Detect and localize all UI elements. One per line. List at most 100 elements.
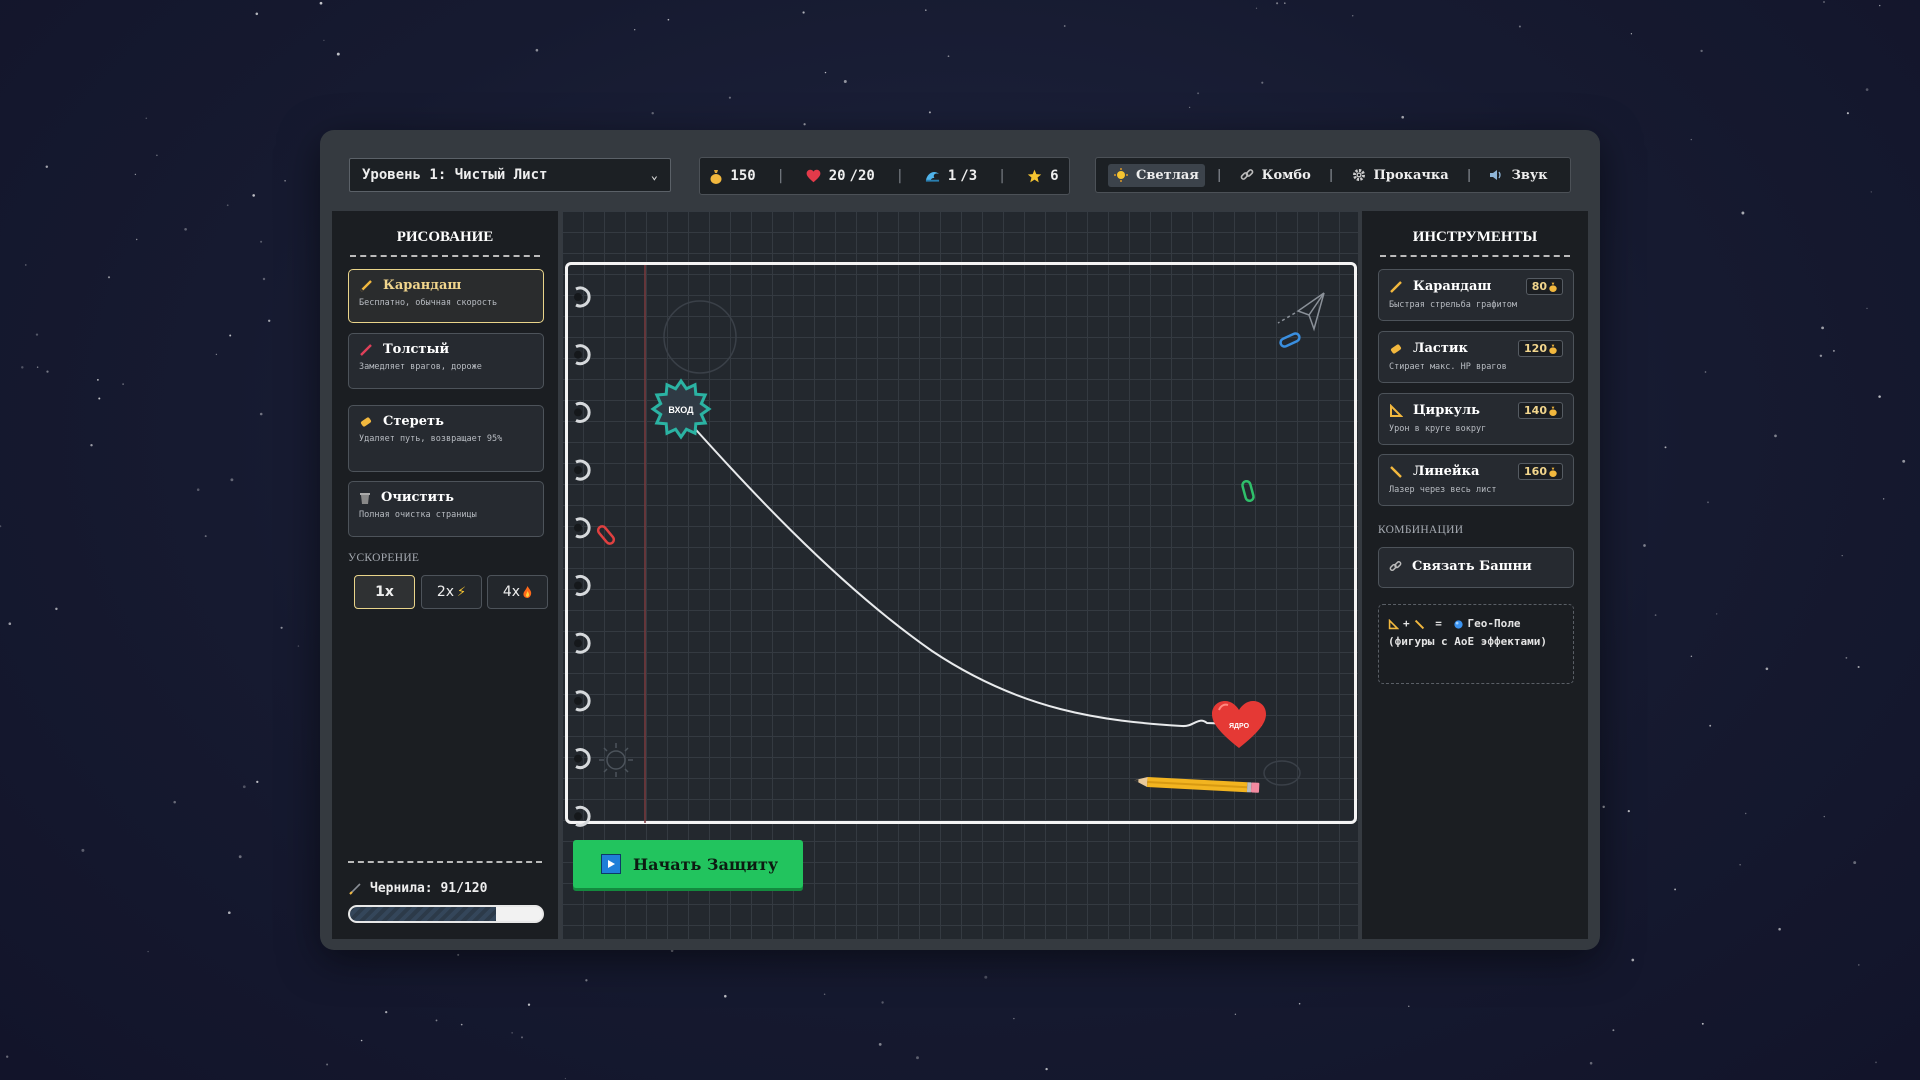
blue-orb-icon: [1453, 619, 1463, 629]
speed-4x-label: 4x: [502, 584, 521, 600]
speed-2x-label: 2x: [436, 584, 455, 600]
theme-toggle-button[interactable]: Светлая: [1108, 163, 1205, 187]
tower-pencil[interactable]: Карандаш 80 Быстрая стрельба графитом: [1378, 269, 1574, 321]
link-towers-button[interactable]: Связать Башни: [1378, 547, 1574, 588]
tool-erase[interactable]: Стереть Удаляет путь, возвращает 95%: [348, 405, 544, 472]
money-bag-icon: [1549, 282, 1557, 292]
wave-icon: [925, 172, 939, 182]
game-board[interactable]: ВХОД ЯДРО Начать Защиту: [562, 211, 1358, 939]
money-bag-icon: [1549, 406, 1557, 416]
tool-pencil[interactable]: Карандаш Бесплатно, обычная скорость: [348, 269, 544, 323]
faint-sun-doodle: [599, 743, 633, 777]
start-defense-button[interactable]: Начать Защиту: [573, 840, 803, 888]
upgrade-button[interactable]: Прокачка: [1346, 164, 1455, 187]
speaker-icon: [1490, 170, 1502, 180]
tower-ruler[interactable]: Линейка 160 Лазер через весь лист: [1378, 454, 1574, 506]
ink-text: Чернила: 91/120: [370, 881, 488, 896]
speed-label: УСКОРЕНИЕ: [348, 552, 420, 564]
link-towers-label: Связать Башни: [1412, 559, 1532, 574]
tower-compass-desc: Урон в круге вокруг: [1389, 424, 1487, 434]
combos-label: КОМБИНАЦИИ: [1378, 524, 1464, 536]
tower-ruler-label: Линейка: [1413, 464, 1480, 479]
tool-pencil-desc: Бесплатно, обычная скорость: [359, 298, 498, 308]
money-bag-icon: [710, 169, 722, 184]
speed-2x-button[interactable]: 2x ⚡︎: [421, 575, 482, 609]
tower-ruler-desc: Лазер через весь лист: [1389, 485, 1497, 495]
link-icon: [1240, 169, 1254, 180]
star-icon: [1027, 169, 1042, 183]
pencil-icon: [360, 279, 372, 292]
tool-pencil-label: Карандаш: [383, 278, 462, 293]
tower-eraser-price-value: 120: [1524, 342, 1547, 355]
binder-rings: [574, 286, 591, 827]
speed-1x-button[interactable]: 1x: [354, 575, 415, 609]
tower-pencil-price: 80: [1525, 278, 1563, 295]
core-heart-icon: ЯДРО: [1212, 701, 1266, 748]
tools-panel: ИНСТРУМЕНТЫ Карандаш 80 Быстрая стрельба…: [1362, 211, 1588, 939]
enemy-path: [678, 410, 1263, 728]
tools-title: ИНСТРУМЕНТЫ: [1380, 229, 1570, 257]
ruler-icon: [1414, 619, 1424, 629]
tool-clear[interactable]: Очистить Полная очистка страницы: [348, 481, 544, 537]
paper-plane-icon: [1277, 292, 1325, 332]
gold-value: 150: [730, 168, 756, 184]
trash-icon: [360, 492, 370, 504]
gear-icon: [1352, 169, 1365, 181]
tool-erase-label: Стереть: [383, 414, 444, 429]
entrance-marker: ВХОД: [650, 378, 712, 440]
tower-eraser-price: 120: [1518, 340, 1563, 357]
tool-clear-desc: Полная очистка страницы: [359, 510, 477, 520]
tower-compass-price: 140: [1518, 402, 1563, 419]
eraser-tower-icon: [1390, 343, 1402, 354]
wave-current: 1: [947, 168, 957, 184]
core-label: ЯДРО: [1229, 723, 1250, 730]
faint-circle-doodle: [663, 300, 737, 374]
tower-compass-label: Циркуль: [1413, 403, 1480, 418]
quill-icon: [349, 882, 361, 895]
fire-icon: [523, 586, 532, 598]
speed-1x-label: 1x: [375, 584, 394, 600]
speed-4x-button[interactable]: 4x: [487, 575, 548, 609]
tower-compass[interactable]: Циркуль 140 Урон в круге вокруг: [1378, 393, 1574, 445]
health-current: 20: [828, 168, 846, 184]
tool-thick-label: Толстый: [383, 342, 450, 357]
money-bag-icon: [1549, 467, 1557, 477]
ink-divider: [348, 861, 542, 863]
top-toolbar: Светлая | Комбо | Прокачка | Звук: [1095, 157, 1571, 193]
start-defense-label: Начать Защиту: [633, 854, 779, 874]
tower-eraser-label: Ластик: [1413, 341, 1468, 356]
gold-stat: 150: [710, 168, 756, 184]
heart-icon: [806, 169, 821, 183]
tower-eraser[interactable]: Ластик 120 Стирает макс. HP врагов: [1378, 331, 1574, 383]
ink-progress-fill: [350, 907, 496, 921]
triangle-ruler-icon: [1388, 618, 1399, 629]
money-bag-icon: [1549, 344, 1557, 354]
entrance-label: ВХОД: [668, 405, 694, 415]
sound-button[interactable]: Звук: [1483, 164, 1553, 187]
board-art: ВХОД ЯДРО: [574, 265, 1325, 827]
ink-label: Чернила: 91/120: [348, 881, 487, 896]
combo-result: Гео-Поле: [1467, 617, 1521, 630]
tool-erase-desc: Удаляет путь, возвращает 95%: [359, 434, 503, 444]
thick-pen-icon: [360, 343, 372, 356]
level-select-value: Уровень 1: Чистый Лист: [362, 167, 548, 183]
drawing-panel: РИСОВАНИЕ Карандаш Бесплатно, обычная ск…: [332, 211, 558, 939]
tool-thick-desc: Замедляет врагов, дороже: [359, 362, 482, 372]
upgrade-label: Прокачка: [1373, 167, 1449, 183]
combo-recipe: + = Гео-Поле (фигуры с AoE эффектами): [1378, 604, 1574, 684]
sun-icon: [1114, 168, 1128, 182]
tower-pencil-desc: Быстрая стрельба графитом: [1389, 300, 1517, 310]
play-icon: [601, 854, 621, 874]
red-paperclip-icon: [596, 525, 616, 545]
wave-stat: 1/3: [925, 168, 977, 184]
stars-stat: 6: [1027, 168, 1059, 184]
chevron-down-icon: ⌄: [650, 168, 658, 182]
green-paperclip-icon: [1241, 479, 1255, 503]
tower-ruler-price-value: 160: [1524, 465, 1547, 478]
level-select[interactable]: Уровень 1: Чистый Лист ⌄: [349, 158, 671, 192]
tool-thick[interactable]: Толстый Замедляет врагов, дороже: [348, 333, 544, 389]
combo-label: Комбо: [1261, 167, 1311, 183]
health-max: /20: [849, 168, 875, 184]
combo-button[interactable]: Комбо: [1234, 164, 1317, 187]
stars-value: 6: [1050, 168, 1059, 184]
